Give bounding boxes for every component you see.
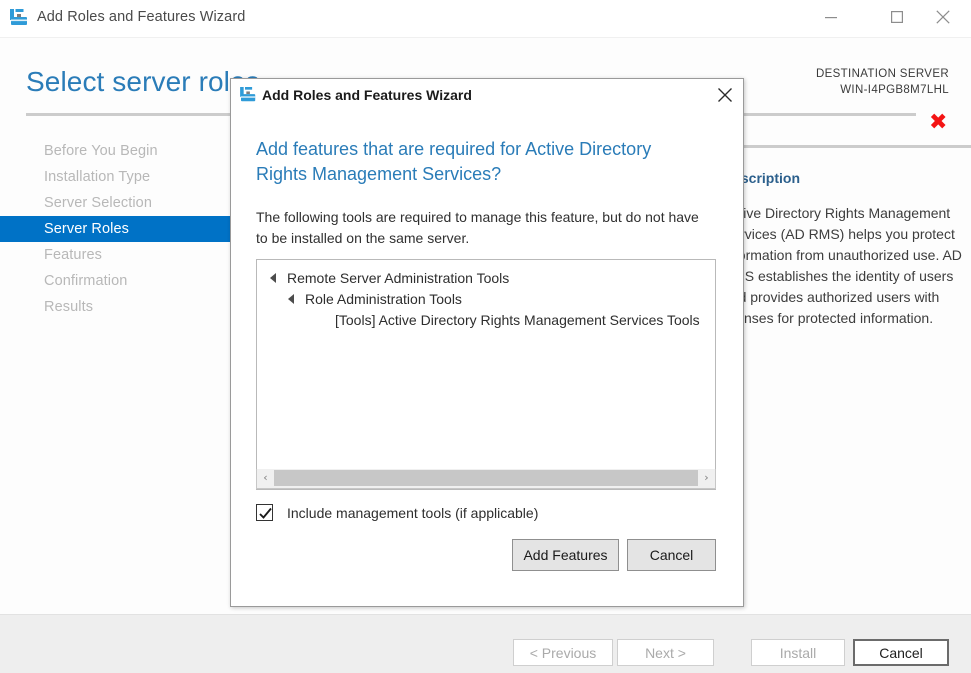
add-roles-wizard-window: Add Roles and Features Wizard Select ser… — [0, 0, 971, 673]
checkbox-label: Include management tools (if applicable) — [287, 505, 539, 521]
wizard-footer: < Previous Next > Install Cancel — [0, 614, 971, 673]
wizard-toolbox-icon — [10, 9, 30, 27]
scrollbar-thumb[interactable] — [274, 470, 698, 486]
checkmark-icon — [259, 507, 272, 519]
window-titlebar: Add Roles and Features Wizard — [0, 0, 971, 38]
tree-node-label: [Tools] Active Directory Rights Manageme… — [335, 312, 700, 328]
maximize-button[interactable] — [874, 0, 920, 34]
window-title: Add Roles and Features Wizard — [37, 9, 246, 25]
close-icon — [718, 88, 732, 102]
description-panel-divider — [709, 145, 971, 148]
dialog-wizard-toolbox-icon — [240, 87, 258, 103]
description-panel: Description Active Directory Rights Mana… — [708, 126, 971, 606]
expander-triangle-icon[interactable] — [270, 273, 276, 283]
tree-node-label: Role Administration Tools — [305, 291, 462, 307]
sidebar-item-confirmation[interactable]: Confirmation — [0, 268, 231, 294]
tree-node-remote-server-administration-tools[interactable]: Remote Server Administration Tools — [270, 269, 510, 287]
minimize-button[interactable] — [808, 0, 854, 34]
sidebar-item-server-roles[interactable]: Server Roles — [0, 216, 231, 242]
scroll-right-arrow-icon[interactable]: › — [698, 469, 715, 487]
tree-horizontal-scrollbar[interactable]: ‹ › — [256, 469, 716, 489]
add-features-button[interactable]: Add Features — [512, 539, 619, 571]
previous-button[interactable]: < Previous — [513, 639, 613, 666]
dialog-close-button[interactable] — [709, 81, 741, 109]
wizard-step-nav: Before You Begin Installation Type Serve… — [0, 130, 231, 320]
sidebar-item-server-selection[interactable]: Server Selection — [0, 190, 231, 216]
dialog-body-text: The following tools are required to mana… — [256, 209, 699, 246]
description-panel-body: Active Directory Rights Management Servi… — [723, 205, 962, 326]
add-features-dialog: Add Roles and Features Wizard Add featur… — [230, 78, 744, 607]
page-title: Select server roles — [26, 66, 260, 97]
expander-triangle-icon[interactable] — [288, 294, 294, 304]
checkbox-box[interactable] — [256, 504, 273, 521]
window-close-button[interactable] — [920, 0, 966, 34]
cancel-button[interactable]: Cancel — [853, 639, 949, 666]
dialog-cancel-button[interactable]: Cancel — [627, 539, 716, 571]
scroll-left-arrow-icon[interactable]: ‹ — [257, 469, 274, 487]
minimize-icon — [825, 17, 837, 19]
destination-server-label: DESTINATION SERVER — [815, 68, 949, 80]
tree-node-label: Remote Server Administration Tools — [287, 270, 510, 286]
close-icon — [936, 10, 950, 24]
dialog-titlebar: Add Roles and Features Wizard — [231, 79, 743, 111]
dialog-title: Add Roles and Features Wizard — [262, 87, 472, 103]
required-tools-tree[interactable]: Remote Server Administration Tools Role … — [256, 259, 716, 490]
sidebar-item-before-you-begin[interactable]: Before You Begin — [0, 138, 231, 164]
tree-node-ad-rms-tools[interactable]: [Tools] Active Directory Rights Manageme… — [335, 311, 700, 329]
dialog-heading: Add features that are required for Activ… — [256, 139, 652, 184]
sidebar-item-features[interactable]: Features — [0, 242, 231, 268]
sidebar-item-results[interactable]: Results — [0, 294, 231, 320]
destination-server-block: DESTINATION SERVER WIN-I4PGB8M7LHL — [816, 66, 949, 98]
next-button[interactable]: Next > — [617, 639, 714, 666]
destination-server-name: WIN-I4PGB8M7LHL — [840, 84, 949, 96]
maximize-icon — [891, 11, 903, 23]
tree-node-role-administration-tools[interactable]: Role Administration Tools — [288, 290, 462, 308]
install-button[interactable]: Install — [751, 639, 845, 666]
sidebar-item-installation-type[interactable]: Installation Type — [0, 164, 231, 190]
